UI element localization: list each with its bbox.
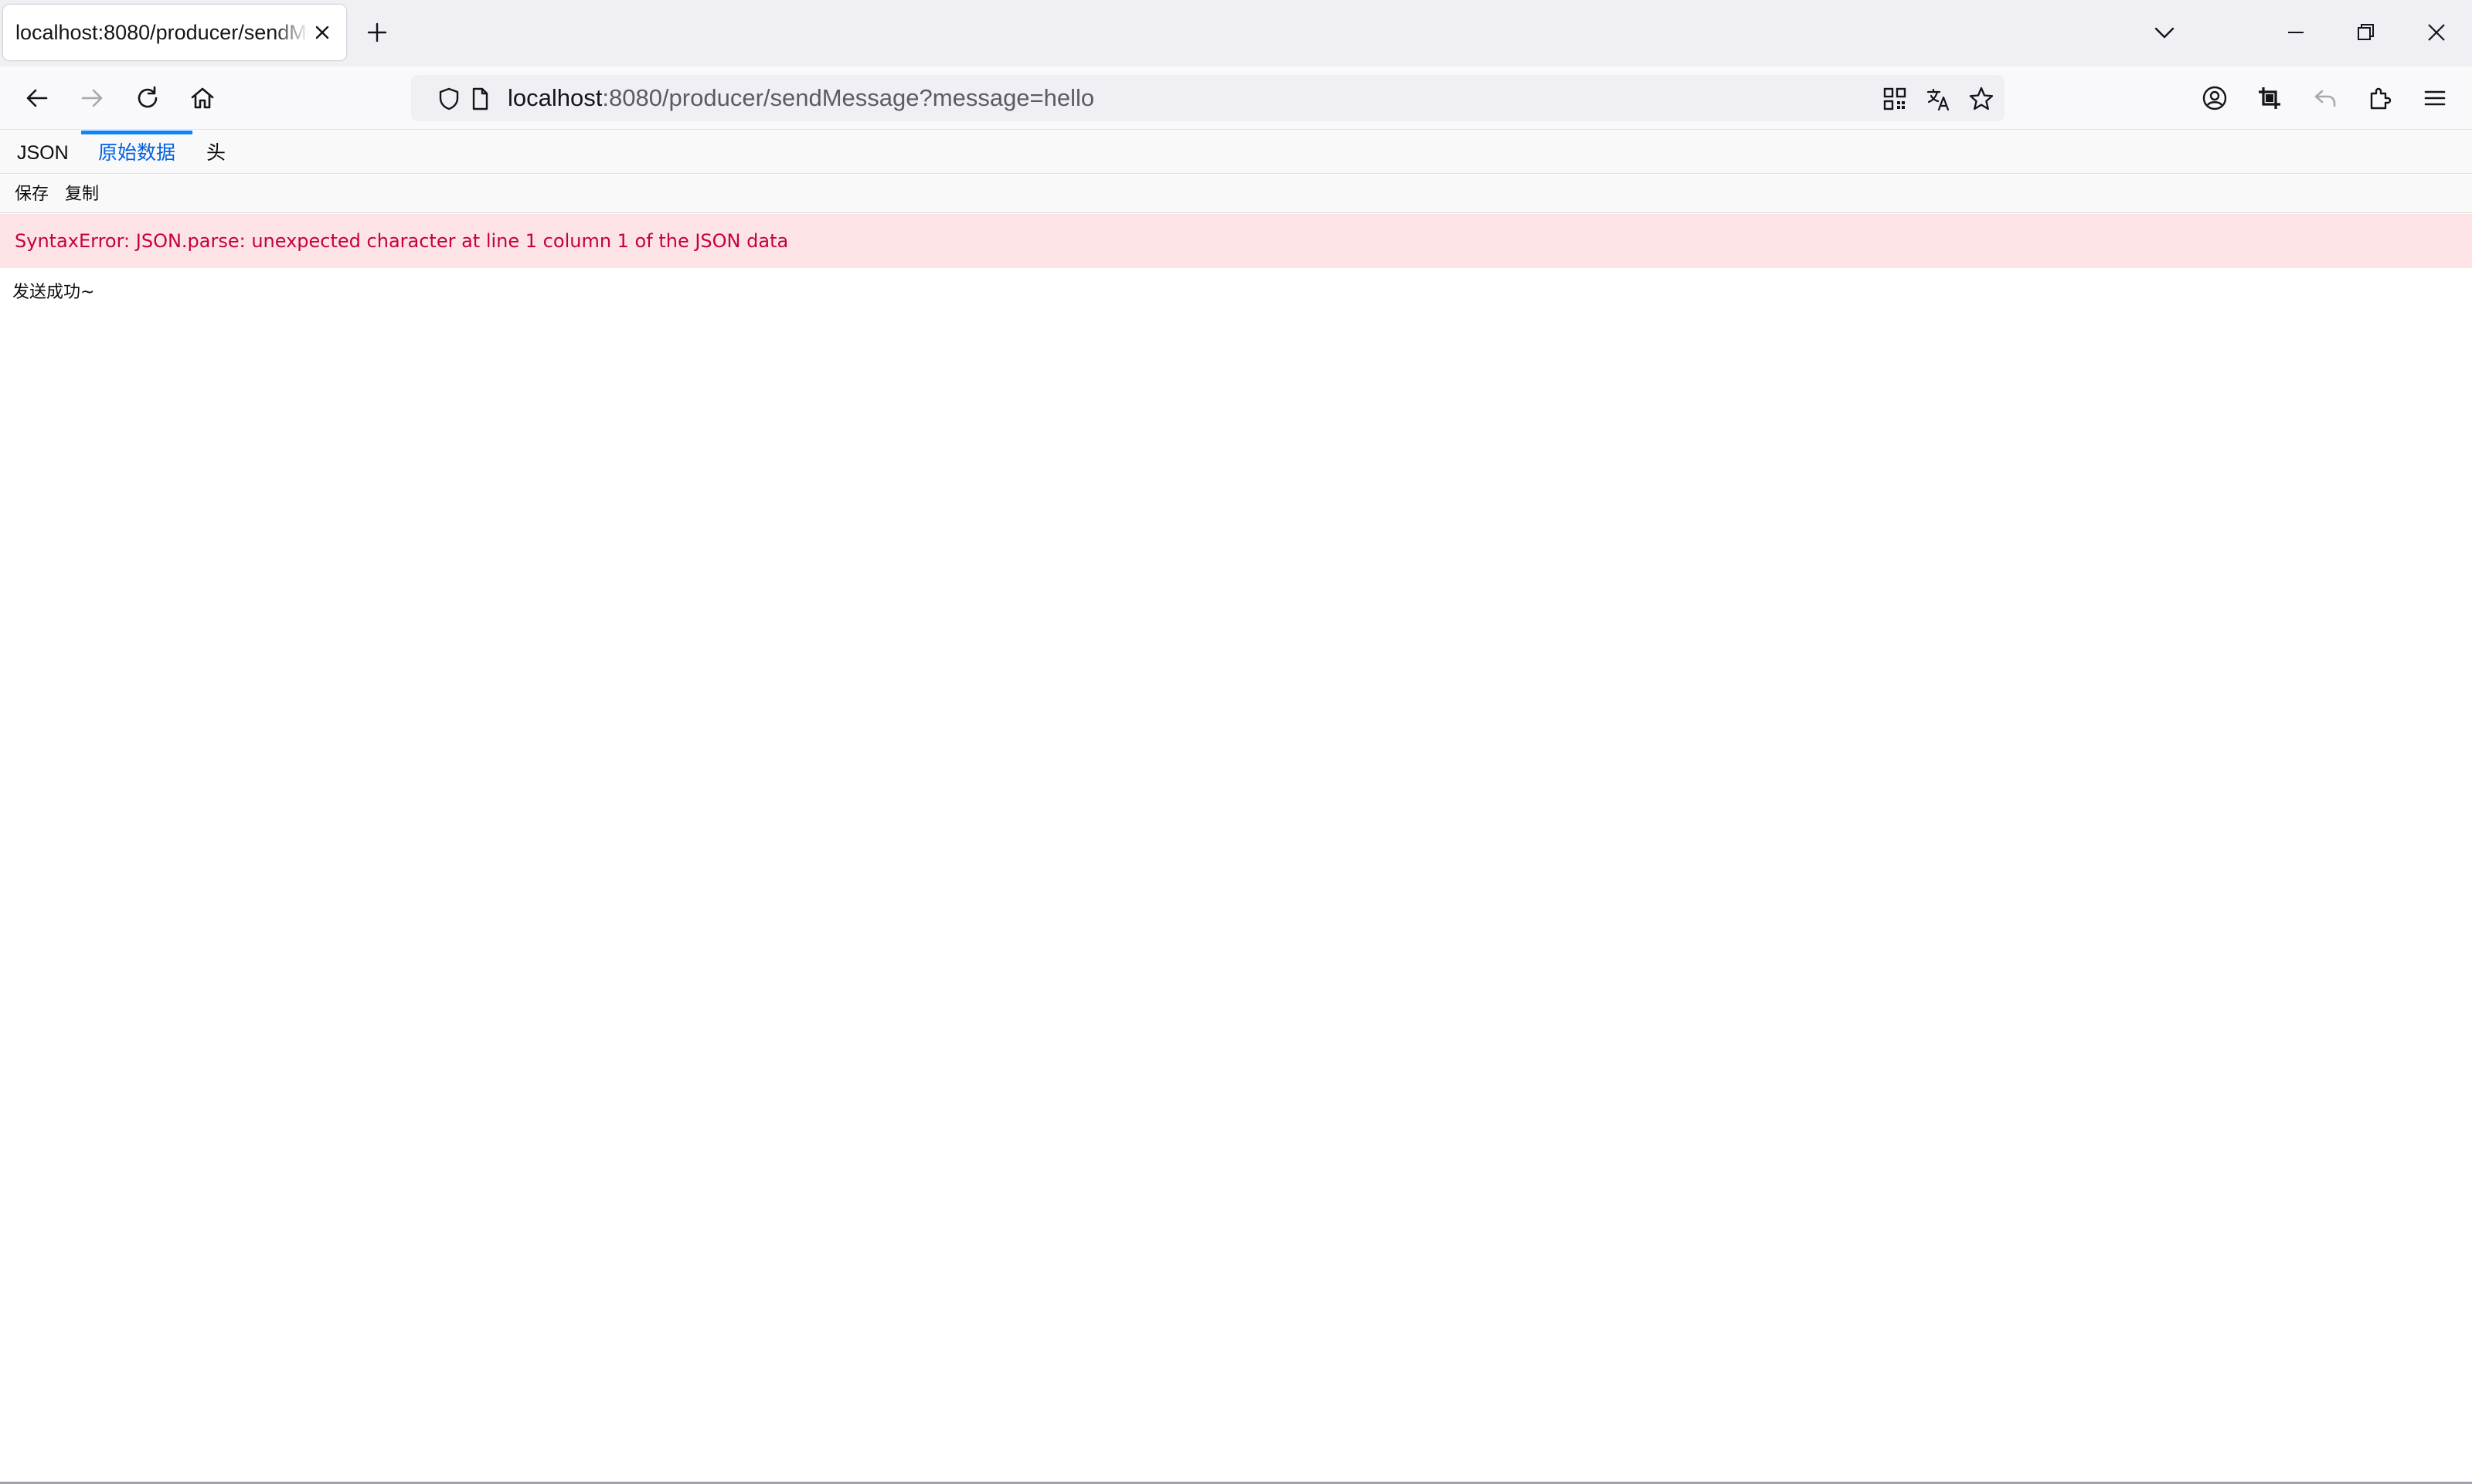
tab-title: localhost:8080/producer/sendMessage?mess…: [15, 21, 309, 44]
minimize-icon[interactable]: [2283, 20, 2308, 45]
url-host: localhost: [508, 84, 603, 111]
star-icon[interactable]: [1968, 86, 1994, 112]
tab-raw-data[interactable]: 原始数据: [81, 131, 193, 174]
page-icon[interactable]: [467, 86, 493, 112]
navigation-toolbar: localhost:8080/producer/sendMessage?mess…: [0, 66, 2472, 130]
account-icon[interactable]: [2197, 80, 2232, 116]
copy-button[interactable]: 复制: [65, 175, 99, 213]
undo-icon[interactable]: [2307, 80, 2343, 116]
url-path: :8080/producer/sendMessage?message=hello: [602, 84, 1095, 111]
address-bar[interactable]: localhost:8080/producer/sendMessage?mess…: [411, 75, 2004, 121]
home-icon[interactable]: [185, 80, 220, 116]
extensions-icon[interactable]: [2362, 80, 2398, 116]
raw-data-toolbar: 保存 复制: [0, 175, 2472, 213]
tab-headers[interactable]: 头: [189, 131, 243, 174]
chevron-down-icon[interactable]: [2152, 20, 2177, 45]
reload-icon[interactable]: [130, 80, 165, 116]
json-viewer-tabs: JSON 原始数据 头: [0, 131, 2472, 174]
menu-icon[interactable]: [2417, 80, 2453, 116]
translate-icon[interactable]: [1926, 86, 1952, 112]
plus-icon[interactable]: [363, 19, 391, 46]
raw-response-body: 发送成功~: [12, 283, 95, 302]
url-text[interactable]: localhost:8080/producer/sendMessage?mess…: [508, 75, 1094, 121]
back-icon[interactable]: [19, 80, 55, 116]
window-close-icon[interactable]: [2424, 20, 2449, 45]
browser-tab-active[interactable]: localhost:8080/producer/sendMessage?mess…: [3, 5, 346, 60]
forward-icon[interactable]: [74, 80, 110, 116]
restore-icon[interactable]: [2353, 20, 2378, 45]
tab-strip: localhost:8080/producer/sendMessage?mess…: [0, 0, 2472, 66]
close-icon[interactable]: [310, 20, 335, 45]
error-message: SyntaxError: JSON.parse: unexpected char…: [15, 230, 789, 252]
tab-json[interactable]: JSON: [0, 131, 86, 174]
crop-icon[interactable]: [2252, 80, 2287, 116]
shield-icon[interactable]: [436, 86, 462, 112]
qr-code-icon[interactable]: [1882, 86, 1908, 112]
save-button[interactable]: 保存: [15, 175, 49, 213]
parse-error-banner: SyntaxError: JSON.parse: unexpected char…: [0, 214, 2472, 268]
